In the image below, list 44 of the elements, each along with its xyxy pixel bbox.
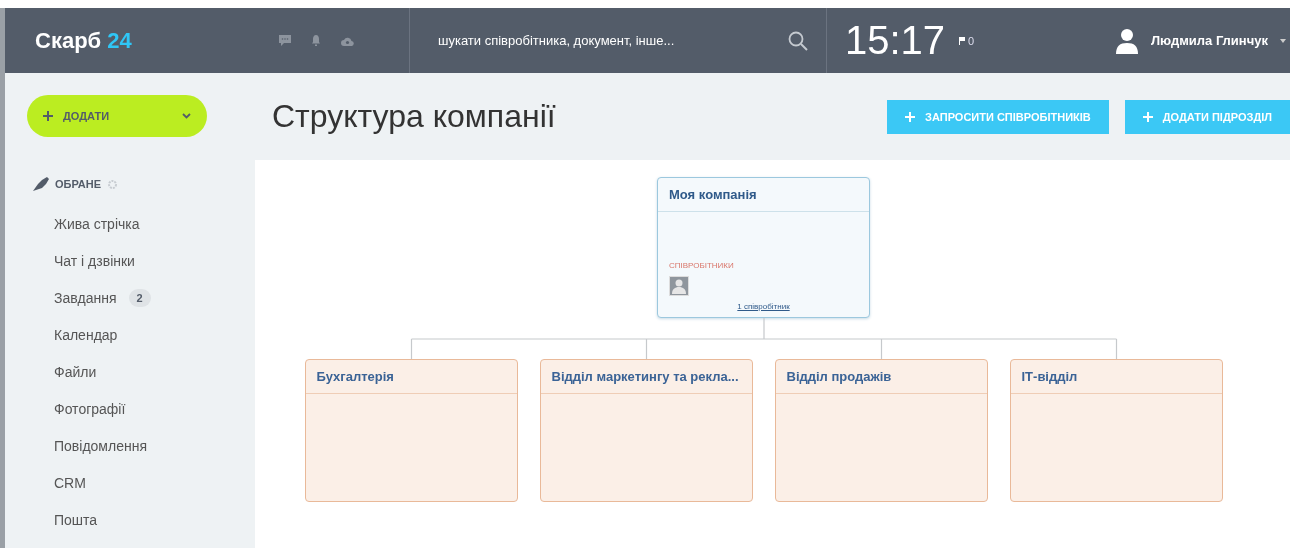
department-card[interactable]: Бухгалтерія — [304, 359, 518, 502]
company-card[interactable]: Моя компанія СПІВРОБІТНИКИ 1 співробітник — [657, 177, 870, 318]
sidebar-item[interactable]: Чат і дзвінки — [54, 252, 135, 269]
employees-link[interactable]: 1 співробітник — [669, 302, 858, 311]
department-card[interactable]: ІТ-відділ — [1009, 359, 1223, 502]
plus-icon — [905, 111, 916, 122]
plus-icon — [1142, 111, 1153, 122]
department-card[interactable]: Відділ маркетингу та рекла... — [539, 359, 753, 502]
logo-text: Скарб — [35, 27, 102, 54]
sidebar-item[interactable]: Календар — [54, 326, 118, 343]
user-icon[interactable] — [1114, 27, 1139, 54]
flag-icon[interactable] — [959, 36, 966, 45]
sidebar-item[interactable]: Пошта — [54, 511, 98, 528]
section-title: ОБРАНЕ — [55, 178, 102, 190]
sidebar-item[interactable]: Файли — [54, 363, 97, 380]
chat-icon[interactable] — [279, 35, 291, 46]
caret-icon[interactable] — [1280, 38, 1286, 43]
user-name[interactable]: Людмила Глинчук — [1150, 33, 1268, 48]
bell-icon[interactable] — [311, 35, 321, 46]
card-title: Бухгалтерія — [305, 360, 517, 394]
cloud-icon[interactable] — [341, 35, 354, 46]
sidebar-item[interactable]: Повідомлення — [54, 437, 147, 454]
card-title: Відділ маркетингу та рекла... — [540, 360, 752, 394]
search-icon[interactable] — [788, 30, 808, 51]
logo-number: 24 — [107, 27, 132, 54]
sidebar-item[interactable]: CRM — [54, 474, 86, 491]
plus-icon — [43, 111, 53, 121]
page-title: Структура компанії — [272, 98, 557, 135]
avatar-icon[interactable] — [669, 276, 689, 296]
card-title: ІТ-відділ — [1010, 360, 1222, 394]
sidebar-item[interactable]: Фотографії — [54, 400, 126, 417]
employees-label: СПІВРОБІТНИКИ — [669, 261, 735, 270]
clock: 15:17 — [845, 18, 946, 63]
pin-icon — [33, 177, 49, 191]
sidebar-item[interactable]: Жива стрічка — [54, 215, 140, 232]
card-title: Відділ продажів — [775, 360, 987, 394]
card-title: Моя компанія — [658, 178, 869, 212]
flag-count: 0 — [968, 34, 975, 47]
chevron-icon — [182, 113, 191, 119]
department-card[interactable]: Відділ продажів — [774, 359, 988, 502]
count-badge: 2 — [128, 288, 151, 307]
sidebar-item[interactable]: Завдання — [54, 289, 117, 306]
search-field[interactable]: шукати співробітника, документ, інше... — [436, 32, 788, 49]
add-button[interactable]: ДОДАТИ — [27, 95, 207, 137]
